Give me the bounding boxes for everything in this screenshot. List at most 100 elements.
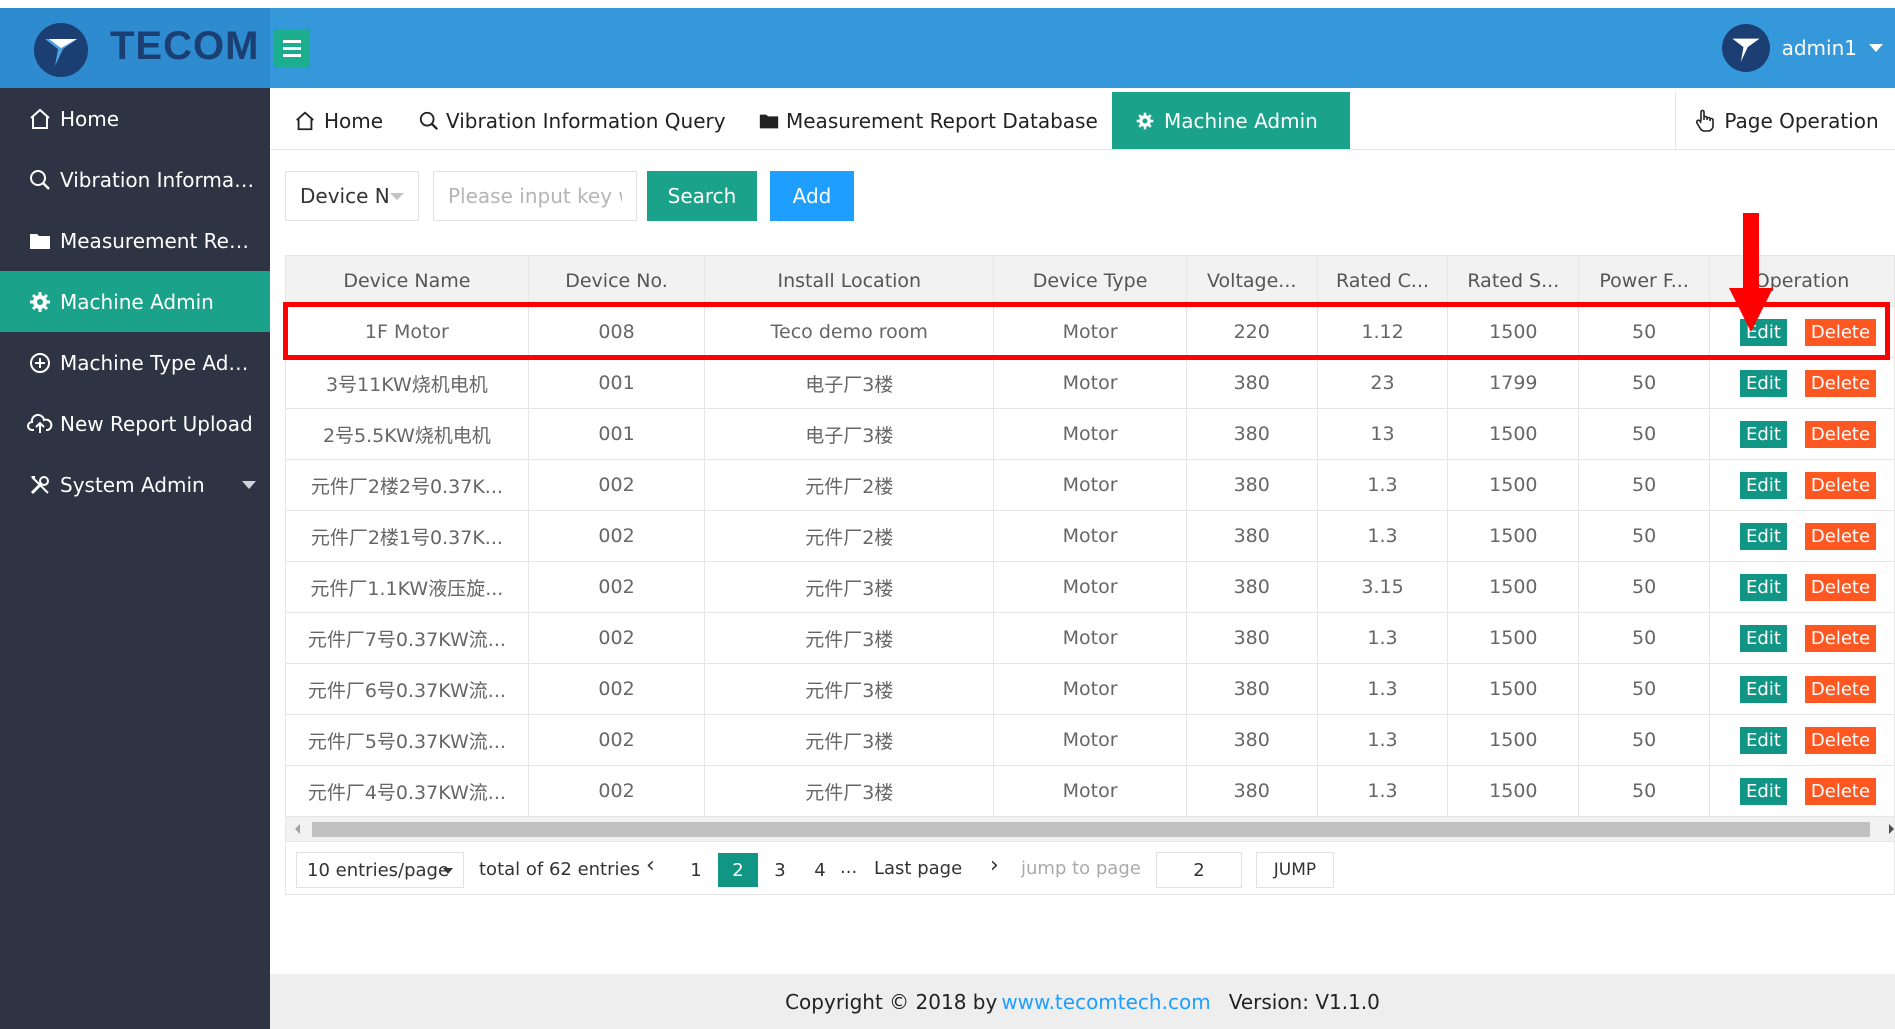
table-cell: 380 [1185, 714, 1318, 766]
jump-page-input[interactable] [1156, 852, 1242, 888]
table-cell: 380 [1185, 561, 1318, 613]
delete-button[interactable]: Delete [1804, 369, 1877, 397]
table-cell: 380 [1185, 510, 1318, 562]
search-field-select[interactable]: Device N [285, 171, 419, 221]
table-row: 元件厂4号0.37KW流... 002 元件厂3楼 Motor 380 1.3 1500 50… [285, 765, 1895, 817]
menu-toggle-button[interactable] [274, 29, 310, 67]
scroll-left-icon[interactable] [295, 824, 300, 834]
sidebar-item-label: System Admin [60, 472, 205, 497]
table-cell: 元件厂1.1KW液压旋... [285, 561, 529, 613]
delete-button[interactable]: Delete [1804, 624, 1877, 652]
page-1-button[interactable]: 1 [676, 853, 716, 887]
column-header[interactable]: Voltage... [1185, 255, 1318, 307]
table-cell: 23 [1316, 357, 1449, 409]
delete-button[interactable]: Delete [1804, 471, 1877, 499]
delete-button[interactable]: Delete [1804, 675, 1877, 703]
edit-button[interactable]: Edit [1740, 675, 1787, 703]
column-header[interactable]: Install Location [704, 255, 995, 307]
table-row: 元件厂7号0.37KW流... 002 元件厂3楼 Motor 380 1.3 1500 50… [285, 612, 1895, 664]
edit-button[interactable]: Edit [1740, 726, 1787, 754]
red-arrow-icon [1743, 213, 1759, 291]
column-header[interactable]: Device No. [527, 255, 706, 307]
table-cell: 1.12 [1316, 306, 1449, 358]
table-cell: Motor [993, 408, 1187, 460]
delete-button[interactable]: Delete [1804, 726, 1877, 754]
page-operation-button[interactable]: Page Operation [1675, 92, 1895, 149]
edit-button[interactable]: Edit [1740, 369, 1787, 397]
tab-measurement-report-database[interactable]: Measurement Report Database [758, 92, 1098, 149]
user-menu[interactable]: admin1 [1721, 8, 1895, 88]
horizontal-scrollbar[interactable] [285, 816, 1895, 842]
delete-button[interactable]: Delete [1804, 420, 1877, 448]
table-cell: 1.3 [1316, 714, 1449, 766]
table-cell: 1500 [1447, 612, 1580, 664]
page-4-button[interactable]: 4 [800, 853, 840, 887]
column-header[interactable]: Device Name [285, 255, 529, 307]
column-header[interactable]: Device Type [993, 255, 1187, 307]
delete-button[interactable]: Delete [1804, 777, 1877, 805]
prev-page-button[interactable]: ‹ [646, 853, 655, 878]
table-cell: 008 [527, 306, 706, 358]
delete-button[interactable]: Delete [1804, 522, 1877, 550]
gear-icon [1132, 108, 1158, 134]
delete-button[interactable]: Delete [1804, 318, 1877, 346]
table-cell: 50 [1578, 714, 1711, 766]
table-cell: 002 [527, 561, 706, 613]
table-row: 1F Motor 008 Teco demo room Motor 220 1.12 150… [285, 306, 1895, 358]
sidebar-item-new-report-upload[interactable]: New Report Upload [0, 393, 270, 454]
scroll-right-icon[interactable] [1889, 824, 1894, 834]
chevron-down-icon [443, 868, 453, 874]
table-row: 元件厂5号0.37KW流... 002 元件厂3楼 Motor 380 1.3 1500 50… [285, 714, 1895, 766]
edit-button[interactable]: Edit [1740, 624, 1787, 652]
tab-machine-admin[interactable]: Machine Admin [1112, 92, 1350, 149]
tools-icon [26, 471, 54, 499]
gear-icon [26, 288, 54, 316]
username: admin1 [1781, 36, 1857, 60]
table-cell: 3号11KW烧机电机 [285, 357, 529, 409]
table-cell: 3.15 [1316, 561, 1449, 613]
table-cell: 001 [527, 357, 706, 409]
column-header[interactable]: Rated C... [1316, 255, 1449, 307]
edit-button[interactable]: Edit [1740, 420, 1787, 448]
entries-per-page-select[interactable]: 10 entries/page [296, 852, 464, 888]
search-button[interactable]: Search [647, 171, 757, 221]
search-input[interactable] [433, 171, 637, 221]
page-2-button[interactable]: 2 [718, 853, 758, 887]
edit-button[interactable]: Edit [1740, 471, 1787, 499]
last-page-button[interactable]: Last page [874, 858, 962, 879]
page-3-button[interactable]: 3 [760, 853, 800, 887]
copyright-text: Copyright © 2018 by [785, 989, 998, 1014]
tab-vibration-information-query[interactable]: Vibration Information Query [418, 92, 726, 149]
table-cell: 元件厂2楼 [704, 459, 995, 511]
table-cell: Motor [993, 561, 1187, 613]
table-cell: Motor [993, 765, 1187, 817]
sidebar-item-measurement-report[interactable]: Measurement Rep... [0, 210, 270, 271]
sidebar-item-machine-type-admin[interactable]: Machine Type Adm... [0, 332, 270, 393]
delete-button[interactable]: Delete [1804, 573, 1877, 601]
sidebar-item-vibration-information[interactable]: Vibration Informatio... [0, 149, 270, 210]
table-row: 元件厂6号0.37KW流... 002 元件厂3楼 Motor 380 1.3 1500 50… [285, 663, 1895, 715]
table-row: 3号11KW烧机电机 001 电子厂3楼 Motor 380 23 1799 50 Edit De… [285, 357, 1895, 409]
website-link[interactable]: www.tecomtech.com [1001, 990, 1210, 1014]
table-cell: 002 [527, 765, 706, 817]
edit-button[interactable]: Edit [1740, 777, 1787, 805]
table-cell: Motor [993, 612, 1187, 664]
scrollbar-thumb[interactable] [312, 822, 1870, 837]
sidebar-item-home[interactable]: Home [0, 88, 270, 149]
sidebar-item-label: New Report Upload [60, 411, 253, 436]
table-cell: 380 [1185, 612, 1318, 664]
logo-icon [34, 23, 88, 77]
sidebar-item-machine-admin[interactable]: Machine Admin [0, 271, 270, 332]
jump-button[interactable]: JUMP [1256, 852, 1334, 888]
edit-button[interactable]: Edit [1740, 573, 1787, 601]
table-cell: 1500 [1447, 714, 1580, 766]
add-button[interactable]: Add [770, 171, 854, 221]
logo-area: TECOM [0, 8, 270, 88]
operation-cell: Edit Delete [1709, 408, 1895, 460]
sidebar-item-system-admin[interactable]: System Admin [0, 454, 270, 515]
column-header[interactable]: Power F... [1578, 255, 1711, 307]
tab-home[interactable]: Home [292, 92, 402, 149]
edit-button[interactable]: Edit [1740, 522, 1787, 550]
next-page-button[interactable]: › [990, 853, 999, 878]
column-header[interactable]: Rated S... [1447, 255, 1580, 307]
